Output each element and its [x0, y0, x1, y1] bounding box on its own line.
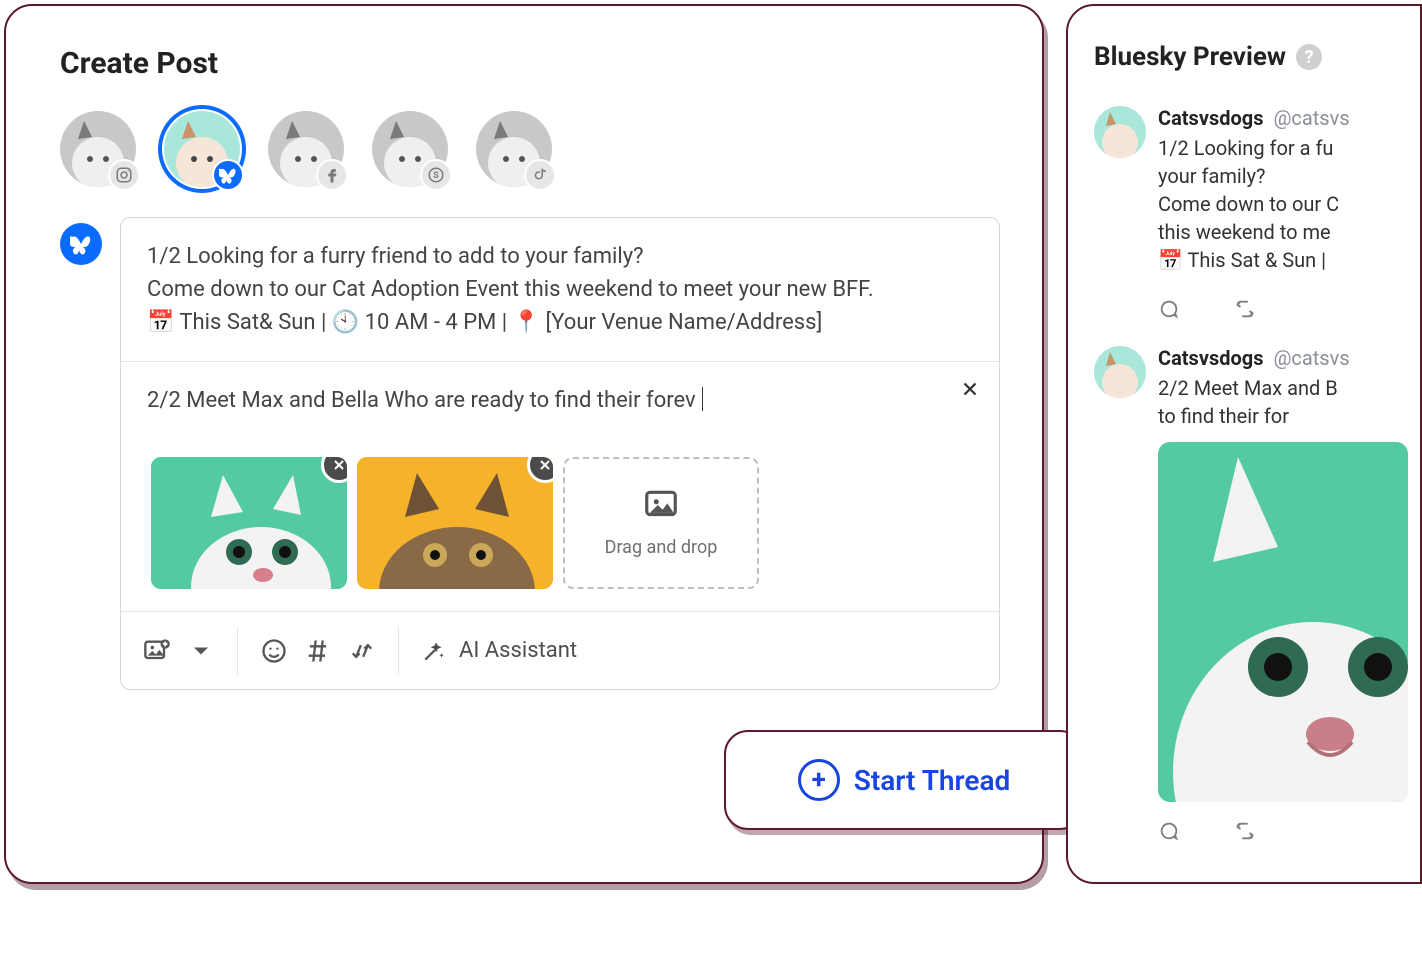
preview-post-2-name: Catsvsdogs: [1158, 346, 1263, 370]
preview-post-1-text: 1/2 Looking for a fu your family? Come d…: [1158, 134, 1420, 274]
media-thumb-2[interactable]: [357, 457, 553, 589]
preview-panel: Bluesky Preview ? Catsvsdogs @catsvs 1/2…: [1066, 4, 1422, 884]
preview-post-2: Catsvsdogs @catsvs 2/2 Meet Max and B to…: [1094, 346, 1420, 430]
account-facebook[interactable]: [268, 111, 344, 187]
svg-text:S: S: [433, 171, 439, 181]
preview-post-1: Catsvsdogs @catsvs 1/2 Looking for a fu …: [1094, 106, 1420, 274]
preview-post-1-name: Catsvsdogs: [1158, 106, 1263, 130]
ai-assistant-label: AI Assistant: [459, 638, 577, 663]
hashtag-button[interactable]: [304, 637, 332, 665]
post-segment-2[interactable]: 2/2 Meet Max and Bella Who are ready to …: [121, 361, 999, 611]
add-media-button[interactable]: [143, 637, 171, 665]
reply-icon-2[interactable]: [1158, 820, 1180, 846]
preview-post-2-text: 2/2 Meet Max and B to find their for: [1158, 374, 1420, 430]
post-segment-1[interactable]: 1/2 Looking for a furry friend to add to…: [121, 218, 999, 361]
preview-post-2-handle: @catsvs: [1273, 346, 1349, 370]
instagram-icon: [108, 159, 140, 191]
preview-media: [1158, 442, 1408, 802]
help-icon[interactable]: ?: [1296, 44, 1322, 70]
start-thread-button[interactable]: + Start Thread: [724, 730, 1084, 830]
plus-circle-icon: +: [798, 759, 840, 801]
reply-icon[interactable]: [1158, 298, 1180, 324]
facebook-icon: [316, 159, 348, 191]
preview-title: Bluesky Preview: [1094, 42, 1286, 72]
ai-assistant-button[interactable]: AI Assistant: [399, 612, 599, 689]
media-dropdown-button[interactable]: [187, 637, 215, 665]
tiktok-icon: [524, 159, 556, 191]
threads-icon: S: [420, 159, 452, 191]
dropzone-label: Drag and drop: [605, 534, 718, 561]
segment-1-line-3: 📅 This Sat& Sun | 🕙 10 AM - 4 PM | 📍 [Yo…: [147, 306, 973, 339]
account-tiktok[interactable]: [476, 111, 552, 187]
text-caret: [702, 387, 703, 411]
preview-avatar-1: [1094, 106, 1146, 158]
bluesky-badge-icon: [60, 223, 102, 265]
crosspost-button[interactable]: [348, 637, 376, 665]
segment-2-text: 2/2 Meet Max and Bella Who are ready to …: [147, 388, 696, 413]
account-bluesky[interactable]: [164, 111, 240, 187]
remove-segment-button[interactable]: [959, 378, 981, 405]
account-threads[interactable]: S: [372, 111, 448, 187]
preview-header: Bluesky Preview ?: [1094, 42, 1420, 72]
repost-icon[interactable]: [1234, 298, 1256, 324]
start-thread-label: Start Thread: [854, 764, 1011, 797]
segment-1-line-1: 1/2 Looking for a furry friend to add to…: [147, 240, 973, 273]
composer-row: 1/2 Looking for a furry friend to add to…: [60, 217, 1000, 690]
media-row: Drag and drop: [147, 457, 973, 589]
composer: 1/2 Looking for a furry friend to add to…: [120, 217, 1000, 690]
bluesky-icon: [212, 159, 244, 191]
account-instagram[interactable]: [60, 111, 136, 187]
preview-post-1-handle: @catsvs: [1273, 106, 1349, 130]
composer-toolbar: AI Assistant: [121, 611, 999, 689]
media-dropzone[interactable]: Drag and drop: [563, 457, 759, 589]
preview-avatar-2: [1094, 346, 1146, 398]
segment-1-line-2: Come down to our Cat Adoption Event this…: [147, 273, 973, 306]
account-selector-row: S: [60, 111, 1000, 187]
create-post-title: Create Post: [60, 46, 1000, 81]
emoji-button[interactable]: [260, 637, 288, 665]
preview-post-1-actions: [1094, 286, 1420, 346]
repost-icon-2[interactable]: [1234, 820, 1256, 846]
media-thumb-1[interactable]: [151, 457, 347, 589]
preview-post-2-actions: [1094, 802, 1420, 868]
